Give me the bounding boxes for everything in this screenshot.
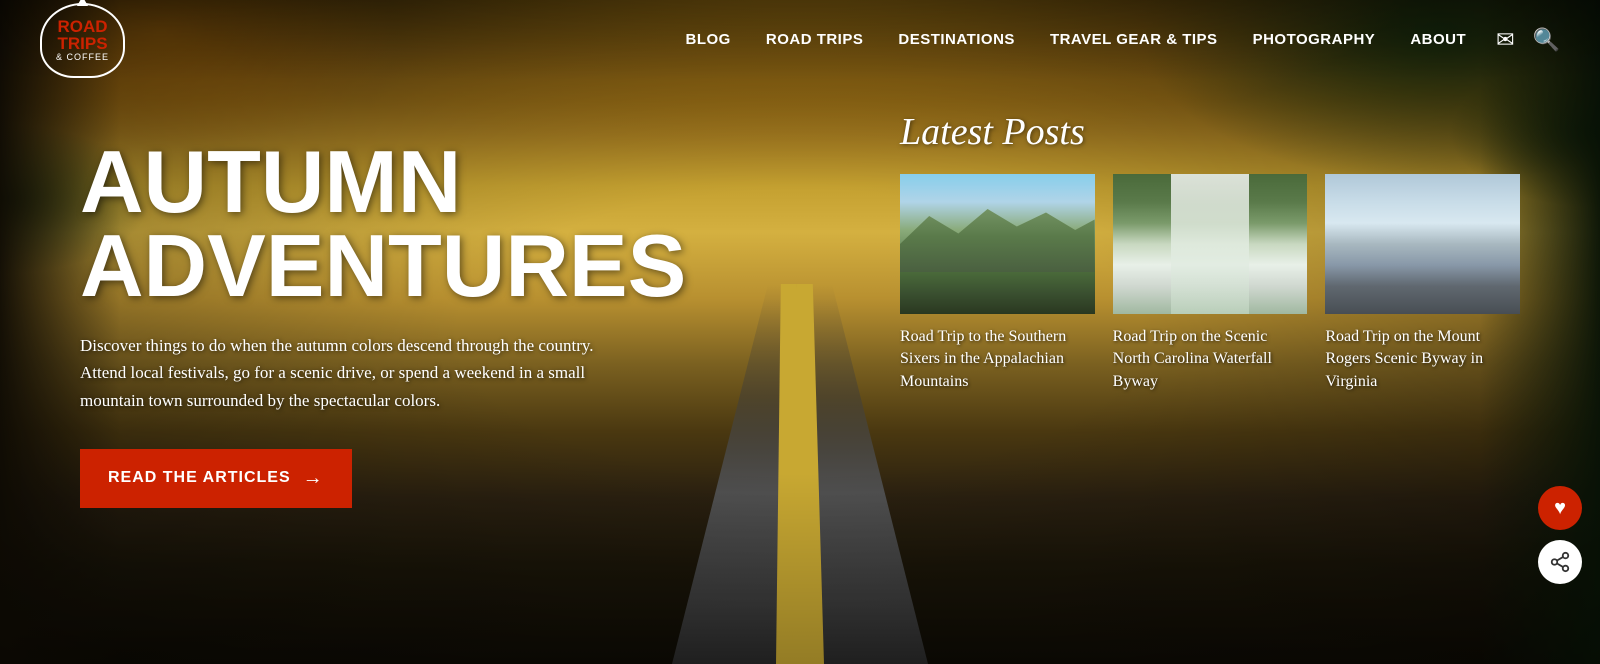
nav-link-about[interactable]: ABOUT xyxy=(1410,31,1466,48)
read-articles-button[interactable]: READ THE ARTICLES → xyxy=(80,449,352,508)
nav-link-blog[interactable]: BLOG xyxy=(686,31,731,48)
site-logo[interactable]: ⛰ ROAD TRIPS & COFFEE xyxy=(40,3,125,78)
post-title-1: Road Trip to the Southern Sixers in the … xyxy=(900,326,1095,393)
cta-arrow-icon: → xyxy=(303,467,324,490)
hero-title: AUTUMN ADVENTURES xyxy=(80,140,686,307)
post-card-2[interactable]: Road Trip on the Scenic North Carolina W… xyxy=(1113,174,1308,393)
favorite-button[interactable]: ♥ xyxy=(1538,486,1582,530)
mail-icon[interactable]: ✉ xyxy=(1496,27,1514,53)
nav-link-photography[interactable]: PHOTOGRAPHY xyxy=(1253,31,1376,48)
post-thumbnail-3 xyxy=(1325,174,1520,314)
nav-link-travel-gear[interactable]: TRAVEL GEAR & TIPS xyxy=(1050,31,1218,48)
nav-item-about[interactable]: ABOUT xyxy=(1410,31,1466,49)
nav-item-road-trips[interactable]: ROAD TRIPS xyxy=(766,31,864,49)
post-card-3[interactable]: Road Trip on the Mount Rogers Scenic Byw… xyxy=(1325,174,1520,393)
cta-label: READ THE ARTICLES xyxy=(108,469,291,487)
logo-coffee: & COFFEE xyxy=(56,52,109,62)
nav-item-photography[interactable]: PHOTOGRAPHY xyxy=(1253,31,1376,49)
share-icon xyxy=(1549,551,1571,573)
navigation: ⛰ ROAD TRIPS & COFFEE BLOG ROAD TRIPS DE… xyxy=(0,0,1600,80)
hero-description: Discover things to do when the autumn co… xyxy=(80,332,640,414)
nav-item-blog[interactable]: BLOG xyxy=(686,31,731,49)
hero-content: AUTUMN ADVENTURES Discover things to do … xyxy=(80,140,686,508)
nav-item-travel-gear[interactable]: TRAVEL GEAR & TIPS xyxy=(1050,31,1218,49)
mountain-icon: ⛰ xyxy=(77,0,89,11)
latest-posts-title: Latest Posts xyxy=(900,110,1520,154)
logo-road-trips: ROAD TRIPS xyxy=(47,18,118,52)
post-card-1[interactable]: Road Trip to the Southern Sixers in the … xyxy=(900,174,1095,393)
search-icon[interactable]: 🔍 xyxy=(1533,27,1560,53)
nav-item-destinations[interactable]: DESTINATIONS xyxy=(898,31,1015,49)
nav-link-road-trips[interactable]: ROAD TRIPS xyxy=(766,31,864,48)
share-button[interactable] xyxy=(1538,540,1582,584)
nav-link-destinations[interactable]: DESTINATIONS xyxy=(898,31,1015,48)
post-title-2: Road Trip on the Scenic North Carolina W… xyxy=(1113,326,1308,393)
hero-title-line2: ADVENTURES xyxy=(80,216,686,315)
nav-links: BLOG ROAD TRIPS DESTINATIONS TRAVEL GEAR… xyxy=(686,31,1467,49)
post-title-3: Road Trip on the Mount Rogers Scenic Byw… xyxy=(1325,326,1520,393)
float-buttons: ♥ xyxy=(1538,486,1582,584)
post-thumbnail-1 xyxy=(900,174,1095,314)
latest-posts-section: Latest Posts Road Trip to the Southern S… xyxy=(900,110,1520,393)
nav-icons: ✉ 🔍 xyxy=(1496,27,1560,53)
hero-section: ⛰ ROAD TRIPS & COFFEE BLOG ROAD TRIPS DE… xyxy=(0,0,1600,664)
post-thumbnail-2 xyxy=(1113,174,1308,314)
posts-grid: Road Trip to the Southern Sixers in the … xyxy=(900,174,1520,393)
